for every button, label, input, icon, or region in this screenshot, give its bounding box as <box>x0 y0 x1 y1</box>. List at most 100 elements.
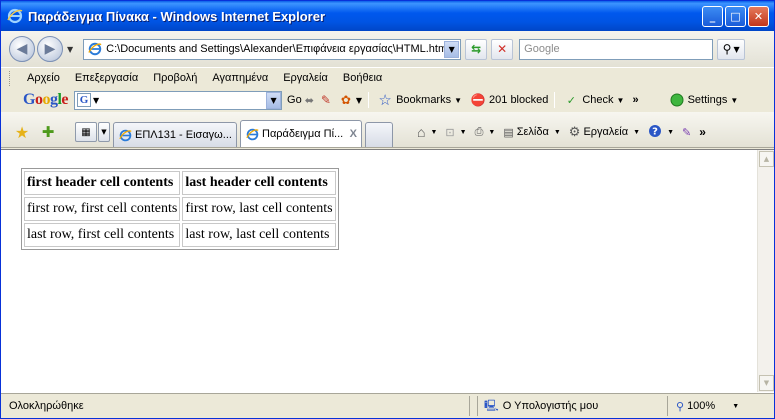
table-header-cell: last header cell contents <box>182 171 336 195</box>
status-divider <box>469 396 477 416</box>
tab-bar: ★ ✚ ▦ ▼ ΕΠΛ131 - Εισαγω... Παράδειγμα Πί… <box>1 112 774 148</box>
popup-blocker-button[interactable]: ⛔ 201 blocked <box>470 92 549 108</box>
vertical-scrollbar[interactable]: ▲ ▼ <box>757 150 774 392</box>
chevron-down-icon: ▼ <box>459 128 467 136</box>
more-tools-chevron[interactable]: » <box>632 94 638 106</box>
feeds-button[interactable]: ⊡ ▼ <box>445 126 466 139</box>
zoom-icon: ⚲ <box>676 400 685 413</box>
go-label: Go <box>287 94 302 106</box>
arrow-right-icon: ▶ <box>44 41 56 57</box>
quick-tabs-button[interactable]: ▦ <box>75 122 97 142</box>
settings-button[interactable]: Settings ▼ <box>669 92 738 108</box>
menu-view[interactable]: Προβολή <box>153 72 197 84</box>
scroll-down-button[interactable]: ▼ <box>759 375 774 391</box>
home-icon: ⌂ <box>417 124 426 140</box>
refresh-icon: ⇆ <box>471 42 482 56</box>
add-favorite-button[interactable]: ✚ <box>39 123 57 141</box>
arrows-icon: ⬌ <box>304 94 314 107</box>
maximize-button[interactable]: □ <box>725 6 746 27</box>
forward-button[interactable]: ▶ <box>37 36 63 62</box>
close-tab-button[interactable]: X <box>350 128 357 140</box>
minimize-button[interactable]: _ <box>702 6 723 27</box>
tab-label: ΕΠΛ131 - Εισαγω... <box>135 129 232 141</box>
google-g-icon: G <box>77 93 92 107</box>
research-icon: ✎ <box>682 126 692 139</box>
home-button[interactable]: ⌂ ▼ <box>417 124 437 140</box>
menu-edit[interactable]: Επεξεργασία <box>75 72 138 84</box>
bookmarks-button[interactable]: ☆ Bookmarks ▼ <box>377 92 463 109</box>
status-bar: Ολοκληρώθηκε 🖳 Ο Υπολογιστής μου ⚲ 100% … <box>1 393 774 418</box>
menu-tools[interactable]: Εργαλεία <box>283 72 328 84</box>
scroll-up-button[interactable]: ▲ <box>759 151 774 167</box>
toolbar-grip[interactable] <box>9 70 12 86</box>
check-label: Check <box>582 94 614 106</box>
close-button[interactable]: ✕ <box>748 6 769 27</box>
chevron-down-icon: ▼ <box>633 128 641 136</box>
google-logo[interactable]: Google <box>23 91 68 109</box>
help-button[interactable]: ? ▼ <box>648 124 674 141</box>
example-table: first header cell contents last header c… <box>21 168 339 250</box>
more-commands-chevron[interactable]: » <box>699 125 706 139</box>
search-input[interactable]: Google <box>519 38 714 60</box>
print-button[interactable]: ⎙ ▼ <box>475 126 496 139</box>
google-search-input[interactable]: G ▼ ▼ <box>74 90 283 110</box>
chevron-down-icon: ▼ <box>454 95 463 105</box>
printer-icon: ⎙ <box>474 125 484 138</box>
chevron-down-icon: ▼ <box>733 44 740 54</box>
tab-list-dropdown[interactable]: ▼ <box>98 122 110 142</box>
tab-table-example[interactable]: Παράδειγμα Πί... X <box>240 120 362 147</box>
recent-pages-dropdown[interactable]: ▼ <box>67 45 73 54</box>
menu-file[interactable]: Αρχείο <box>27 72 60 84</box>
pagerank-icon[interactable]: ✎ <box>318 92 334 108</box>
command-bar: ⌂ ▼ ⊡ ▼ ⎙ ▼ ▤ Σελίδα ▼ ⚙ Εργαλεία ▼ ? ▼ … <box>411 117 706 147</box>
back-button[interactable]: ◀ <box>9 36 35 62</box>
chevron-down-icon: ▼ <box>488 128 496 136</box>
add-star-icon: ✚ <box>41 123 55 141</box>
address-dropdown[interactable]: ▼ <box>444 40 460 58</box>
tools-menu-button[interactable]: ⚙ Εργαλεία ▼ <box>569 124 640 140</box>
chevron-down-icon[interactable]: ▼ <box>356 96 362 105</box>
page-icon: ▤ <box>503 126 514 139</box>
bookmarks-label: Bookmarks <box>396 94 452 106</box>
refresh-button[interactable]: ⇆ <box>465 38 488 60</box>
chevron-down-icon: ▼ <box>553 128 561 136</box>
go-button[interactable]: Go ⬌ <box>287 94 314 107</box>
chevron-down-icon: ▼ <box>430 128 438 136</box>
new-tab-button[interactable] <box>365 122 393 147</box>
window-title: Παράδειγμα Πίνακα - Windows Internet Exp… <box>28 8 326 24</box>
ie-page-icon <box>245 127 259 141</box>
star-icon: ★ <box>14 122 30 142</box>
stop-button[interactable]: ✕ <box>491 38 514 60</box>
tools-label: Εργαλεία <box>583 126 629 138</box>
spellcheck-button[interactable]: ✓ Check ▼ <box>563 92 625 108</box>
menu-favorites[interactable]: Αγαπημένα <box>212 72 268 84</box>
favorites-buttons: ★ ✚ ▦ ▼ <box>1 117 110 147</box>
rss-icon: ⊡ <box>445 126 455 139</box>
menu-help[interactable]: Βοήθεια <box>343 72 382 84</box>
help-icon: ? <box>648 124 662 141</box>
puzzle-icon[interactable]: ✿ <box>338 92 354 108</box>
title-bar[interactable]: Παράδειγμα Πίνακα - Windows Internet Exp… <box>1 1 774 31</box>
research-button[interactable]: ✎ <box>682 126 691 139</box>
chevron-down-icon: ▼ <box>616 95 625 105</box>
ie-window: Παράδειγμα Πίνακα - Windows Internet Exp… <box>0 0 775 419</box>
table-cell: last row, last cell contents <box>182 223 336 247</box>
spellcheck-icon: ✓ <box>566 94 576 107</box>
security-zone[interactable]: 🖳 Ο Υπολογιστής μου <box>477 396 667 416</box>
table-cell: first row, first cell contents <box>24 197 181 221</box>
zoom-button[interactable]: ⚲ 100% ▼ <box>667 396 757 416</box>
google-search-dropdown[interactable]: ▼ <box>266 91 282 109</box>
ie-logo-icon <box>7 8 23 24</box>
page-content: first header cell contents last header c… <box>1 149 774 393</box>
zone-label: Ο Υπολογιστής μου <box>502 400 599 412</box>
address-bar[interactable]: C:\Documents and Settings\Alexander\Επιφ… <box>83 38 462 60</box>
page-icon <box>87 41 103 57</box>
favorites-center-button[interactable]: ★ <box>13 122 31 142</box>
window-controls: _ □ ✕ <box>702 6 769 27</box>
page-menu-button[interactable]: ▤ Σελίδα ▼ <box>503 126 560 139</box>
address-row: ◀ ▶ ▼ C:\Documents and Settings\Alexande… <box>1 31 774 67</box>
search-button[interactable]: ⚲ ▼ <box>717 38 746 60</box>
green-circle-icon <box>669 92 685 108</box>
address-input[interactable]: C:\Documents and Settings\Alexander\Επιφ… <box>106 43 444 55</box>
tab-epl131[interactable]: ΕΠΛ131 - Εισαγω... <box>113 122 237 147</box>
